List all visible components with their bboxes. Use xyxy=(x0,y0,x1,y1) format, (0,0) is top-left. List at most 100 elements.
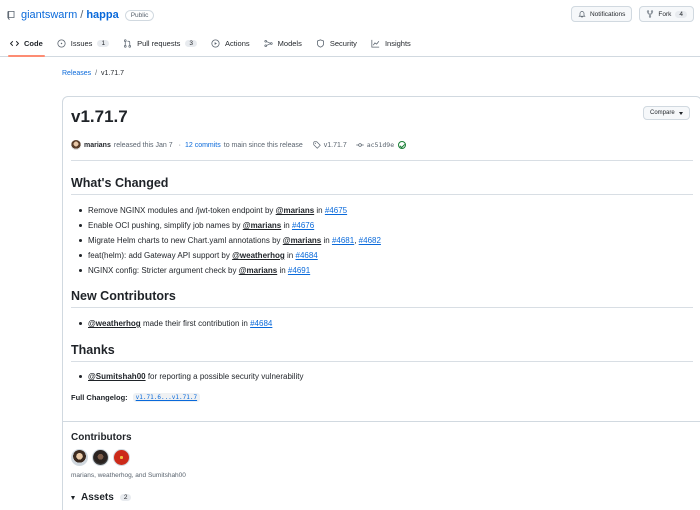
thanks-heading: Thanks xyxy=(71,343,115,357)
fork-count: 4 xyxy=(675,10,687,18)
graph-icon xyxy=(371,39,380,48)
header-divider xyxy=(71,160,693,161)
assets-toggle[interactable]: Assets 2 xyxy=(71,492,132,503)
pr-link[interactable]: #4676 xyxy=(292,221,314,230)
item-in: in xyxy=(323,236,330,245)
avatar[interactable] xyxy=(71,449,88,466)
tab-security[interactable]: Security xyxy=(316,30,357,57)
repo-header: giantswarm / happa Public Notifications … xyxy=(0,0,700,30)
commit-sha: ac51d9e xyxy=(366,141,395,149)
item-in: in xyxy=(279,266,286,275)
release-tag[interactable]: v1.71.7 xyxy=(313,141,347,149)
notifications-button[interactable]: Notifications xyxy=(570,6,633,22)
changelog-label: Full Changelog: xyxy=(71,393,128,402)
list-item: NGINX config: Stricter argument check by… xyxy=(79,263,381,278)
commit-icon xyxy=(355,143,364,147)
tab-models[interactable]: Models xyxy=(264,30,302,57)
item-text: made their first contribution in xyxy=(142,319,248,328)
shield-icon xyxy=(316,38,324,48)
pr-link[interactable]: #4684 xyxy=(296,251,318,260)
pr-link[interactable]: #4682 xyxy=(359,236,381,245)
list-item: feat(helm): add Gateway API support by @… xyxy=(79,248,381,263)
item-text: Remove NGINX modules and /jwt-token endp… xyxy=(88,206,274,215)
changelog-compare-link[interactable]: v1.71.6...v1.71.7 xyxy=(132,393,201,402)
tab-pull-requests-label: Pull requests xyxy=(137,38,181,48)
release-commit[interactable]: ac51d9e xyxy=(355,141,407,149)
tab-models-label: Models xyxy=(277,38,302,48)
meta-dot: · xyxy=(178,141,181,149)
fork-icon xyxy=(647,10,654,18)
tag-label: v1.71.7 xyxy=(323,141,347,149)
tab-code[interactable]: Code xyxy=(8,30,45,57)
visibility-badge: Public xyxy=(124,9,155,21)
repo-owner-link[interactable]: giantswarm xyxy=(21,9,77,21)
tab-pull-requests[interactable]: Pull requests 3 xyxy=(123,30,198,57)
new-contributors-heading: New Contributors xyxy=(71,289,176,303)
fork-label: Fork xyxy=(658,10,672,18)
commits-suffix: to main since this release xyxy=(223,141,303,149)
pull-requests-count: 3 xyxy=(185,39,198,47)
thanks-list: @Sumitshah00 for reporting a possible se… xyxy=(79,369,303,384)
contributors-names: marians, weatherhog, and Sumitshah00 xyxy=(71,472,186,479)
tab-issues-label: Issues xyxy=(70,38,93,48)
repo-icon xyxy=(7,10,15,20)
tab-insights-label: Insights xyxy=(384,38,411,48)
user-mention-link[interactable]: @weatherhog xyxy=(88,319,141,328)
list-item: Enable OCI pushing, simplify job names b… xyxy=(79,218,381,233)
breadcrumb: Releases / v1.71.7 xyxy=(62,70,124,77)
user-mention-link[interactable]: @marians xyxy=(239,266,277,275)
issues-count: 1 xyxy=(97,39,110,47)
chevron-down-icon xyxy=(678,111,683,115)
triangle-down-icon xyxy=(71,495,75,500)
user-mention-link[interactable]: @marians xyxy=(243,221,281,230)
pr-link[interactable]: #4681 xyxy=(332,236,354,245)
tab-actions[interactable]: Actions xyxy=(211,30,250,57)
user-mention-link[interactable]: @marians xyxy=(276,206,314,215)
issue-icon xyxy=(57,38,66,48)
compare-label: Compare xyxy=(650,110,675,116)
whats-changed-heading: What's Changed xyxy=(71,176,169,190)
pr-link[interactable]: #4675 xyxy=(325,206,347,215)
user-mention-link[interactable]: @marians xyxy=(283,236,321,245)
full-changelog: Full Changelog: v1.71.6...v1.71.7 xyxy=(71,393,201,402)
bell-icon xyxy=(578,11,586,18)
item-text: feat(helm): add Gateway API support by xyxy=(88,251,230,260)
tab-insights[interactable]: Insights xyxy=(371,30,411,57)
repo-separator: / xyxy=(80,9,84,21)
heading-rule xyxy=(71,194,693,195)
list-item: @weatherhog made their first contributio… xyxy=(79,316,272,331)
fork-button[interactable]: Fork 4 xyxy=(639,6,694,22)
release-title[interactable]: v1.71.7 xyxy=(71,107,128,127)
whats-changed-list: Remove NGINX modules and /jwt-token endp… xyxy=(79,203,381,278)
release-meta: marians released this Jan 7 · 12 commits… xyxy=(71,140,407,150)
models-icon xyxy=(264,39,273,47)
avatar[interactable] xyxy=(92,449,109,466)
contributors-avatars xyxy=(71,449,130,466)
author-avatar[interactable] xyxy=(71,140,81,150)
notifications-label: Notifications xyxy=(589,10,626,18)
repo-name-link[interactable]: happa xyxy=(86,9,118,21)
author-link[interactable]: marians xyxy=(84,142,111,149)
item-in: in xyxy=(283,221,290,230)
tab-issues[interactable]: Issues 1 xyxy=(57,30,110,57)
assets-count: 2 xyxy=(119,494,132,501)
user-mention-link[interactable]: @weatherhog xyxy=(232,251,285,260)
tag-icon xyxy=(313,141,321,149)
pull-request-icon xyxy=(124,38,132,48)
user-mention-link[interactable]: @Sumitshah00 xyxy=(88,372,146,381)
compare-button[interactable]: Compare xyxy=(643,106,690,120)
breadcrumb-releases-link[interactable]: Releases xyxy=(62,70,91,77)
pr-link[interactable]: #4684 xyxy=(250,319,272,328)
tab-code-label: Code xyxy=(24,38,43,48)
list-item: Remove NGINX modules and /jwt-token endp… xyxy=(79,203,381,218)
avatar[interactable] xyxy=(113,449,130,466)
item-text: for reporting a possible security vulner… xyxy=(147,372,304,381)
pr-link[interactable]: #4691 xyxy=(288,266,310,275)
commits-link[interactable]: 12 commits xyxy=(185,142,221,149)
item-in: in xyxy=(316,206,323,215)
verified-check-icon[interactable] xyxy=(398,141,407,149)
play-icon xyxy=(211,38,220,48)
tab-security-label: Security xyxy=(329,38,357,48)
item-text: Enable OCI pushing, simplify job names b… xyxy=(88,221,241,230)
code-icon xyxy=(10,40,19,46)
